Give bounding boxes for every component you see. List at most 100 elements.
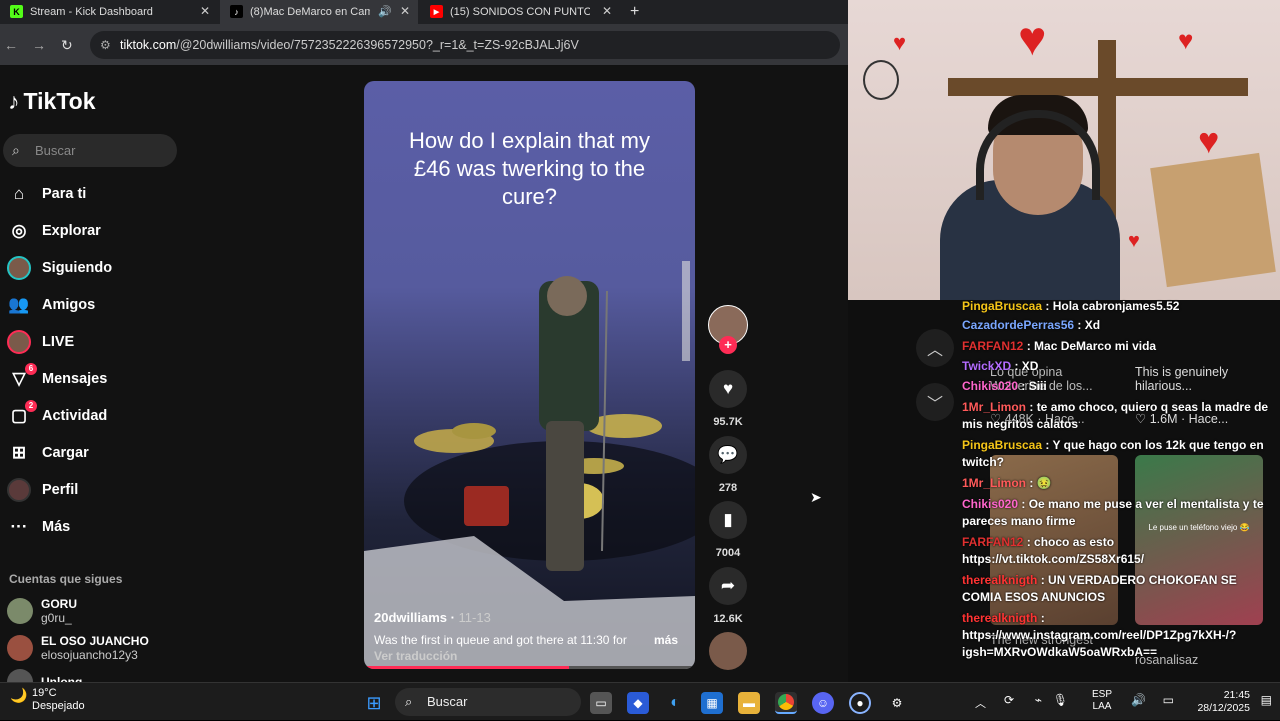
following-account[interactable]: EL OSO JUANCHO elosojuancho12y3 <box>7 634 149 662</box>
lang-layout: LAA <box>1092 701 1112 712</box>
nav-explorar[interactable]: ◎ Explorar <box>6 216 101 246</box>
folder-icon[interactable]: ▬ <box>738 692 760 714</box>
nav-perfil[interactable]: Perfil <box>6 475 78 505</box>
new-tab-button[interactable]: + <box>622 0 652 24</box>
video-player[interactable]: How do I explain that my £46 was twerkin… <box>364 81 695 669</box>
chat-username[interactable]: PingaBruscaa <box>962 299 1042 313</box>
comment-button[interactable]: 💬 278 <box>709 436 747 494</box>
video-date: 11-13 <box>458 610 491 625</box>
weather-widget[interactable]: 🌙 19°C Despejado <box>10 687 85 713</box>
cardboard-decoration <box>1150 152 1276 288</box>
scroll-up-button[interactable]: ︿ <box>916 329 954 367</box>
obs-icon[interactable]: ● <box>849 692 871 714</box>
chat-username[interactable]: CazadordePerras56 <box>962 318 1074 332</box>
account-username: g0ru_ <box>41 611 72 625</box>
volume-icon[interactable]: 🔊 <box>1131 693 1146 707</box>
next-video-avatar[interactable] <box>709 632 747 670</box>
weather-icon: 🌙 <box>10 687 28 703</box>
nav-live[interactable]: LIVE <box>6 327 74 357</box>
tab-youtube[interactable]: ▶ (15) SONIDOS CON PUNTOS DE ✕ <box>420 0 620 24</box>
comment-icon: 💬 <box>709 436 747 474</box>
app-icon[interactable]: ◆ <box>627 692 649 714</box>
sync-icon[interactable]: ⟳ <box>1004 693 1014 707</box>
chat-username[interactable]: FARFAN12 <box>962 535 1023 549</box>
chat-username[interactable]: 1Mr_Limon <box>962 476 1026 490</box>
save-count: 7004 <box>715 547 741 559</box>
notification-badge: 2 <box>25 400 37 412</box>
video-meta: 20dwilliams · 11-13 <box>374 610 491 625</box>
close-icon[interactable]: ✕ <box>602 4 612 18</box>
following-section-title: Cuentas que sigues <box>9 572 123 586</box>
following-account[interactable]: GORU g0ru_ <box>7 597 77 625</box>
chat-username[interactable]: therealknigth <box>962 573 1037 587</box>
nav-mas[interactable]: ··· Más <box>6 512 71 542</box>
microphone-icon[interactable]: 🎙 <box>1053 693 1068 707</box>
windows-start-icon[interactable]: ⊞ <box>363 692 385 714</box>
reload-icon[interactable]: ↻ <box>61 37 73 54</box>
chat-text: Xd <box>1084 318 1101 332</box>
tiktok-logo[interactable]: ♪ TikTok <box>8 88 96 115</box>
more-link[interactable]: más <box>654 633 678 647</box>
site-info-icon[interactable]: ⚙ <box>100 31 111 59</box>
speaker-icon[interactable]: 🔊 <box>378 5 392 18</box>
heart-decoration-icon: ♥ <box>1178 25 1194 55</box>
chat-username[interactable]: Chikis020 <box>962 497 1018 511</box>
share-icon: ➦ <box>709 567 747 605</box>
share-button[interactable]: ➦ 12.6K <box>709 567 747 625</box>
battery-icon[interactable]: ▭ <box>1163 693 1174 707</box>
nav-label: Explorar <box>42 223 101 239</box>
url-field[interactable]: ⚙ tiktok.com/@20dwilliams/video/75723522… <box>90 31 840 59</box>
notification-icon[interactable]: ▤ <box>1261 693 1272 707</box>
forward-icon[interactable]: → <box>32 37 46 53</box>
tab-label: (8)Mac DeMarco en Cambr <box>250 6 370 18</box>
basketball-hoop <box>863 60 899 100</box>
chat-username[interactable]: TwickXD <box>962 359 1011 373</box>
chrome-icon[interactable] <box>775 692 797 714</box>
clock-time: 21:45 <box>1223 689 1250 701</box>
chat-username[interactable]: FARFAN12 <box>962 339 1023 353</box>
chat-username[interactable]: PingaBruscaa <box>962 438 1042 452</box>
chevron-up-icon[interactable]: ︿ <box>975 695 986 711</box>
network-icon[interactable]: ⌁ <box>1035 693 1042 707</box>
nav-actividad[interactable]: ▢ 2 Actividad <box>6 400 107 431</box>
url-path: /@20dwilliams/video/7572352226396572950?… <box>176 38 579 52</box>
tab-kick-dashboard[interactable]: K Stream - Kick Dashboard ✕ <box>0 0 218 24</box>
taskbar: 🌙 19°C Despejado ⊞ ⌕ Buscar ▭ ◆ ◐ ▦ ▬ ☺ … <box>0 682 1280 720</box>
close-icon[interactable]: ✕ <box>200 4 210 18</box>
following-icon <box>6 255 32 281</box>
chat-username[interactable]: 1Mr_Limon <box>962 400 1026 414</box>
app-icon[interactable]: ⚙ <box>886 692 908 714</box>
tiktok-icon: ♪ <box>8 88 20 114</box>
video-description: Was the first in queue and got there at … <box>374 633 684 647</box>
chat-username[interactable]: Chikis020 <box>962 379 1018 393</box>
tab-tiktok-video[interactable]: ♪ (8)Mac DeMarco en Cambr 🔊 ✕ <box>220 0 418 24</box>
discord-icon[interactable]: ☺ <box>812 692 834 714</box>
clock[interactable]: 21:45 28/12/2025 <box>1197 689 1250 715</box>
close-icon[interactable]: ✕ <box>400 4 410 18</box>
search-input[interactable]: ⌕ Buscar <box>3 134 177 167</box>
chat-username[interactable]: therealknigth <box>962 611 1037 625</box>
edge-icon[interactable]: ◐ <box>664 692 686 714</box>
task-view-icon[interactable]: ▭ <box>590 692 612 714</box>
language-indicator[interactable]: ESP LAA <box>1092 689 1112 713</box>
store-icon[interactable]: ▦ <box>701 692 723 714</box>
nav-para-ti[interactable]: ⌂ Para ti <box>6 179 86 209</box>
nav-siguiendo[interactable]: Siguiendo <box>6 253 112 283</box>
heart-decoration-icon: ♥ <box>1198 120 1220 161</box>
nav-cargar[interactable]: ⊞ Cargar <box>6 438 89 468</box>
video-progress-bar[interactable] <box>364 666 695 669</box>
follow-plus-button[interactable]: + <box>719 336 737 354</box>
video-author[interactable]: 20dwilliams <box>374 610 447 625</box>
back-icon[interactable]: ← <box>4 37 18 53</box>
chat-text: Mac DeMarco mi vida <box>1034 339 1157 353</box>
chat-message: PingaBruscaa : Y que hago con los 12k qu… <box>962 438 1264 469</box>
nav-amigos[interactable]: 👥 Amigos <box>6 290 95 320</box>
chat-message: 1Mr_Limon : 🤢 <box>962 476 1052 490</box>
like-button[interactable]: ♥ 95.7K <box>709 370 747 428</box>
save-button[interactable]: ▮ 7004 <box>709 501 747 559</box>
account-username: elosojuancho12y3 <box>41 648 138 662</box>
taskbar-search[interactable]: ⌕ Buscar <box>395 688 581 716</box>
nav-mensajes[interactable]: ▽ 6 Mensajes <box>6 363 107 394</box>
translate-link[interactable]: Ver traducción <box>374 649 457 663</box>
scroll-down-button[interactable]: ﹀ <box>916 383 954 421</box>
